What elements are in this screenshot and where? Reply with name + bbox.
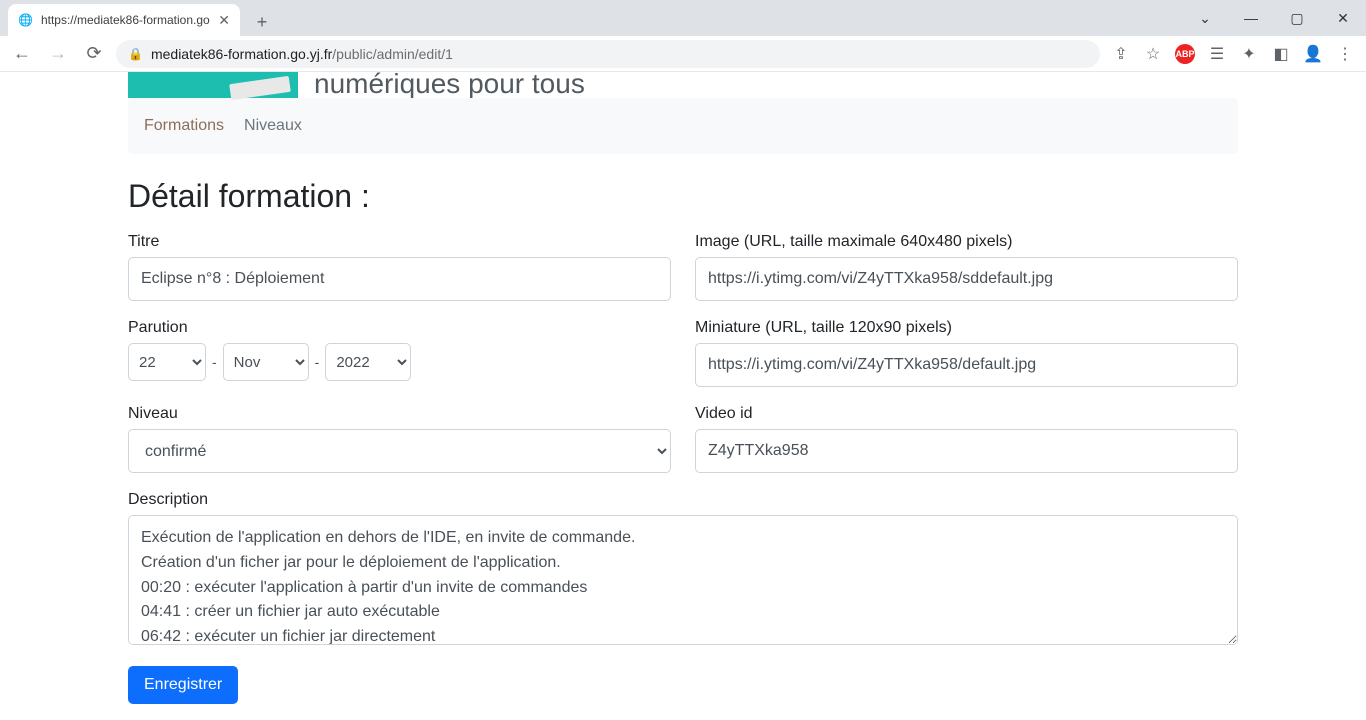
year-select[interactable]: 2022 [325, 343, 411, 381]
nav-formations[interactable]: Formations [144, 117, 224, 135]
dash-1: - [212, 354, 217, 370]
dash-2: - [315, 354, 320, 370]
menu-icon[interactable]: ⋮ [1332, 41, 1358, 67]
minimize-icon[interactable]: — [1228, 0, 1274, 36]
nav-niveaux[interactable]: Niveaux [244, 117, 302, 135]
niveau-select[interactable]: confirmé [128, 429, 671, 473]
label-miniature: Miniature (URL, taille 120x90 pixels) [695, 319, 1238, 337]
forward-button: → [44, 40, 72, 68]
reading-list-icon[interactable]: ☰ [1204, 41, 1230, 67]
label-titre: Titre [128, 233, 671, 251]
page-title: Détail formation : [128, 178, 1238, 215]
extensions-icon[interactable]: ✦ [1236, 41, 1262, 67]
titre-input[interactable] [128, 257, 671, 301]
save-button[interactable]: Enregistrer [128, 666, 238, 704]
logo-image [128, 72, 298, 98]
month-select[interactable]: Nov [223, 343, 309, 381]
close-window-icon[interactable]: ✕ [1320, 0, 1366, 36]
reload-button[interactable]: ⟳ [80, 40, 108, 68]
image-input[interactable] [695, 257, 1238, 301]
browser-tab[interactable]: 🌐 https://mediatek86-formation.go ✕ [8, 4, 240, 36]
label-niveau: Niveau [128, 405, 671, 423]
lock-icon: 🔒 [128, 47, 143, 61]
label-image: Image (URL, taille maximale 640x480 pixe… [695, 233, 1238, 251]
share-icon[interactable]: ⇪ [1108, 41, 1134, 67]
day-select[interactable]: 22 [128, 343, 206, 381]
globe-icon: 🌐 [18, 13, 33, 27]
url-text: mediatek86-formation.go.yj.fr/public/adm… [151, 46, 453, 62]
nav-bar: Formations Niveaux [128, 98, 1238, 154]
label-video: Video id [695, 405, 1238, 423]
chevron-down-icon[interactable]: ⌄ [1182, 0, 1228, 36]
side-panel-icon[interactable]: ◧ [1268, 41, 1294, 67]
site-subtitle: numériques pour tous [298, 72, 585, 98]
description-textarea[interactable] [128, 515, 1238, 645]
new-tab-button[interactable]: + [248, 8, 276, 36]
tab-title: https://mediatek86-formation.go [41, 13, 210, 27]
label-parution: Parution [128, 319, 671, 337]
video-input[interactable] [695, 429, 1238, 473]
maximize-icon[interactable]: ▢ [1274, 0, 1320, 36]
star-icon[interactable]: ☆ [1140, 41, 1166, 67]
abp-icon[interactable]: ABP [1172, 41, 1198, 67]
label-description: Description [128, 491, 1238, 509]
miniature-input[interactable] [695, 343, 1238, 387]
header-banner: numériques pour tous [128, 72, 1238, 98]
close-tab-icon[interactable]: ✕ [218, 12, 230, 29]
back-button[interactable]: ← [8, 40, 36, 68]
profile-icon[interactable]: 👤 [1300, 41, 1326, 67]
address-bar[interactable]: 🔒 mediatek86-formation.go.yj.fr/public/a… [116, 40, 1100, 68]
